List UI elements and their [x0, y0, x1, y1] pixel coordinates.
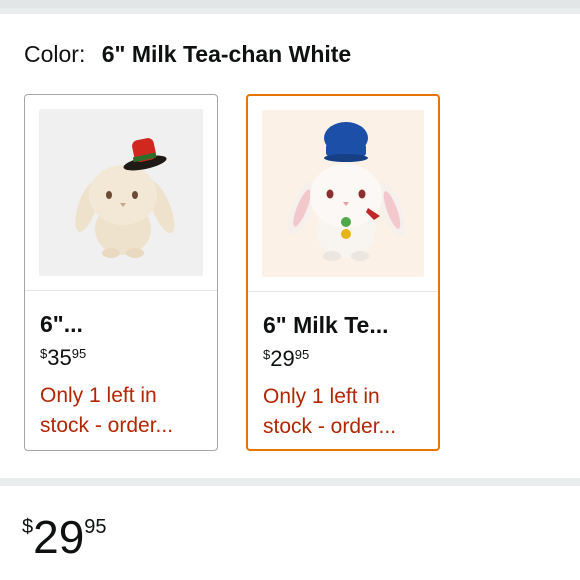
swatch-title-1: 6"...	[40, 311, 83, 337]
swatch-price-1: $3595	[40, 345, 87, 370]
swatch-title-2: 6" Milk Te...	[263, 312, 389, 338]
swatch-price-2: $2995	[263, 346, 310, 371]
color-swatch-1[interactable]: 6"... $3595 Only 1 left in stock - order…	[24, 94, 218, 451]
price-whole: 29	[33, 511, 85, 563]
swatch-image-1	[25, 95, 217, 291]
color-label: Color:	[24, 41, 86, 67]
price-symbol: $	[22, 516, 34, 538]
section-divider	[0, 478, 580, 486]
bunny-blue-hat-image	[288, 122, 406, 261]
swatch-availability-2: Only 1 left in stock - order...	[263, 385, 397, 438]
selected-color-value: 6" Milk Tea-chan White	[101, 41, 352, 67]
section-divider	[0, 0, 580, 14]
swatch-availability-1: Only 1 left in stock - order...	[40, 384, 174, 437]
color-selector-header: Color: 6" Milk Tea-chan White	[24, 40, 351, 68]
bunny-red-hat-image	[75, 138, 175, 258]
price-fraction: 95	[84, 516, 107, 538]
swatch-image-2	[248, 96, 438, 292]
color-swatch-2[interactable]: 6" Milk Te... $2995 Only 1 left in stock…	[246, 94, 440, 451]
product-price: $2995	[22, 510, 107, 564]
